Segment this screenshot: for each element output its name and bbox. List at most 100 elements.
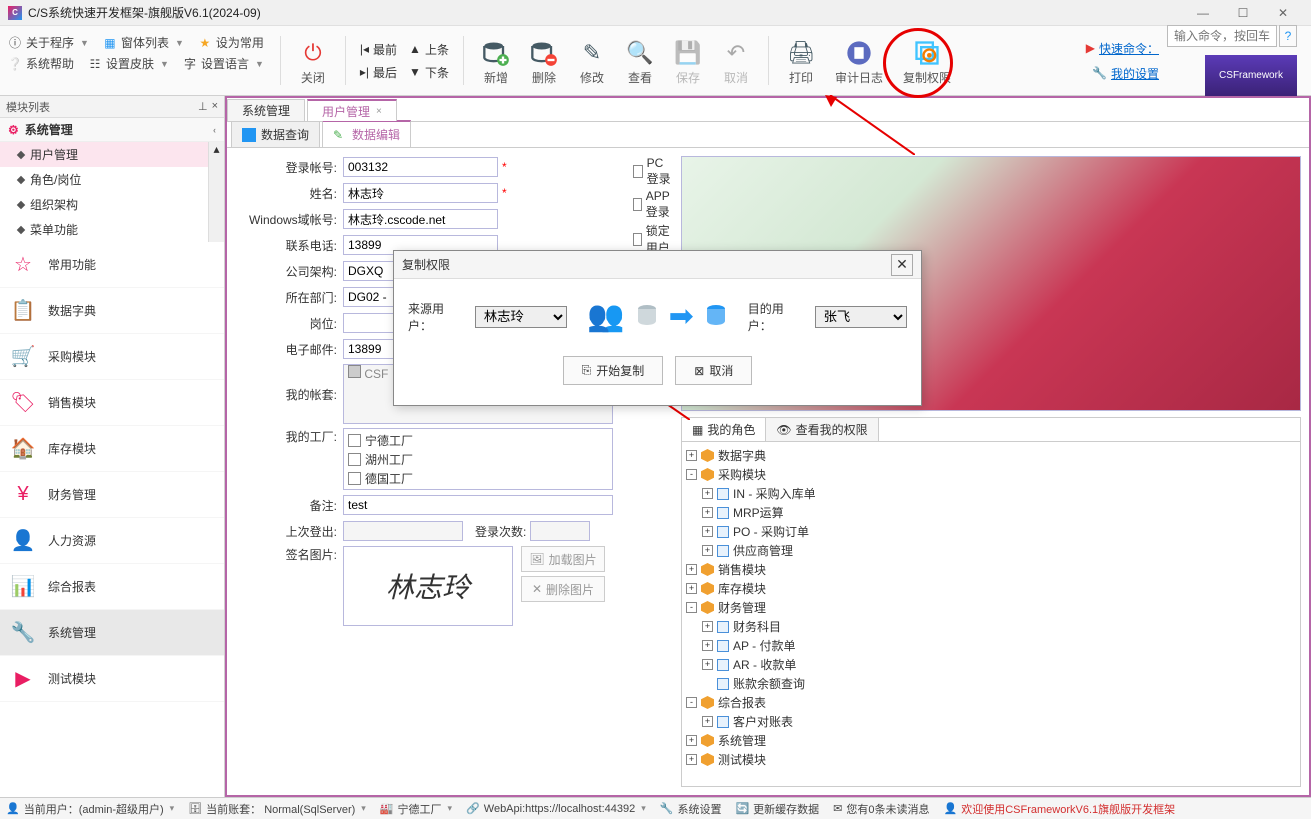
tree-node[interactable]: +AR - 收款单 [686,655,1296,674]
edit-button[interactable]: ✎修改 [568,34,616,91]
windows-menu[interactable]: ▦窗体列表▼ [103,34,184,51]
audit-button[interactable]: 审计日志 [825,34,893,91]
tree-node[interactable]: +AP - 付款单 [686,636,1296,655]
nav-next[interactable]: ▼下条 [409,64,449,81]
sidebar-module-7[interactable]: 📊综合报表 [0,564,224,610]
skin-icon: ☷ [88,57,102,71]
status-user[interactable]: 👤当前用户：(admin-超级用户)▾ [6,801,174,817]
maximize-button[interactable]: ☐ [1223,2,1263,24]
cancel-modal-button[interactable]: ⊠取消 [675,356,752,385]
tree-node[interactable]: 账款余额查询 [686,674,1296,693]
sidebar-group-sys[interactable]: ⚙系统管理 ‹ [0,118,224,142]
tree-node[interactable]: +系统管理 [686,731,1296,750]
account-field[interactable] [343,157,498,177]
status-cache[interactable]: 🔄更新缓存数据 [735,801,819,817]
tree-node[interactable]: +销售模块 [686,560,1296,579]
domain-field[interactable] [343,209,498,229]
statusbar: 👤当前用户：(admin-超级用户)▾ 🗄当前账套： Normal(SqlSer… [0,797,1311,819]
view-button[interactable]: 🔍查看 [616,34,664,91]
sidebar-tree-3[interactable]: 菜单功能 [0,217,208,242]
skin-menu[interactable]: ☷设置皮肤▼ [88,55,169,72]
chk-app[interactable]: APP登录 [633,189,675,220]
sidebar-module-9[interactable]: ▶测试模块 [0,656,224,702]
about-menu[interactable]: ⓘ关于程序▼ [8,34,89,51]
status-factory[interactable]: 🏭宁德工厂▾ [380,801,452,817]
delete-button[interactable]: 删除 [520,34,568,91]
status-msg[interactable]: ✉您有0条未读消息 [833,801,929,817]
delete-image-button[interactable]: ✕删除图片 [521,576,605,602]
cmd-help-button[interactable]: ? [1279,25,1297,47]
tree-node[interactable]: -采购模块 [686,465,1296,484]
tree-node[interactable]: -财务管理 [686,598,1296,617]
tree-node[interactable]: +库存模块 [686,579,1296,598]
tree-node[interactable]: +测试模块 [686,750,1296,769]
sidebar-module-3[interactable]: 🏷销售模块 [0,380,224,426]
tree-node[interactable]: +客户对账表 [686,712,1296,731]
minimize-button[interactable]: — [1183,2,1223,24]
tree-node[interactable]: +数据字典 [686,446,1296,465]
inner-tab-query[interactable]: 数据查询 [231,121,320,147]
src-user-label: 来源用户： [408,300,467,334]
tree-node[interactable]: +供应商管理 [686,541,1296,560]
quick-cmd-input[interactable] [1167,25,1277,47]
save-button[interactable]: 💾保存 [664,34,712,91]
tree-node[interactable]: +IN - 采购入库单 [686,484,1296,503]
sidebar-header: 模块列表 ⊥× [0,96,224,118]
close-button[interactable]: ⏻ 关闭 [289,34,337,91]
set-common[interactable]: ★设为常用 [198,34,264,51]
sidebar-tree-2[interactable]: 组织架构 [0,192,208,217]
tab-sys[interactable]: 系统管理 [227,99,305,121]
chevron-left-icon: ‹ [213,125,216,135]
lang-menu[interactable]: 字设置语言▼ [183,55,264,72]
name-field[interactable] [343,183,498,203]
tab-user[interactable]: 用户管理× [307,99,397,121]
start-copy-button[interactable]: ⎘开始复制 [563,356,664,385]
grid-icon [242,128,256,142]
print-button[interactable]: 🖨打印 [777,34,825,91]
permission-tree[interactable]: +数据字典-采购模块+IN - 采购入库单+MRP运算+PO - 采购订单+供应… [681,441,1301,787]
tree-node[interactable]: +MRP运算 [686,503,1296,522]
sidebar-tree-0[interactable]: 用户管理 [0,142,208,167]
help-menu[interactable]: ❔系统帮助 [8,55,74,72]
sidebar-module-8[interactable]: 🔧系统管理 [0,610,224,656]
sidebar-module-5[interactable]: ¥财务管理 [0,472,224,518]
role-tab-view[interactable]: 👁查看我的权限 [766,418,878,441]
my-settings-link[interactable]: 我的设置 [1111,65,1159,82]
load-image-button[interactable]: 🖼加载图片 [521,546,605,572]
factory-item[interactable]: 宁德工厂 [346,431,610,450]
nav-last[interactable]: ▸|最后 [360,64,397,81]
refresh-icon: 🔄 [735,802,749,815]
role-tab-my[interactable]: ▦我的角色 [682,418,766,441]
sidebar-module-0[interactable]: ☆常用功能 [0,242,224,288]
cancel-button[interactable]: ↶取消 [712,34,760,91]
copy-perm-button[interactable]: 复制权限 [893,34,961,91]
sidebar-module-1[interactable]: 📋数据字典 [0,288,224,334]
sidebar-tree-1[interactable]: 角色/岗位 [0,167,208,192]
factory-item[interactable]: 德国工厂 [346,469,610,488]
close-window-button[interactable]: ✕ [1263,2,1303,24]
tree-node[interactable]: +财务科目 [686,617,1296,636]
nav-prev[interactable]: ▲上条 [409,41,449,58]
close-tab-icon[interactable]: × [376,106,382,117]
pin-icon[interactable]: ⊥ [198,100,208,113]
tree-node[interactable]: +PO - 采购订单 [686,522,1296,541]
add-button[interactable]: 新增 [472,34,520,91]
dst-user-select[interactable]: 张飞 [815,306,907,328]
remark-field[interactable] [343,495,613,515]
sidebar-module-6[interactable]: 👤人力资源 [0,518,224,564]
chk-pc[interactable]: PC登录 [633,156,675,187]
modal-close-button[interactable]: ✕ [891,254,913,276]
sidebar-scrollbar[interactable]: ▴ [208,142,224,242]
nav-first[interactable]: |◂最前 [360,41,397,58]
close-panel-icon[interactable]: × [212,100,218,113]
sidebar-module-4[interactable]: 🏠库存模块 [0,426,224,472]
factory-item[interactable]: 湖州工厂 [346,450,610,469]
factory-list[interactable]: 宁德工厂湖州工厂德国工厂 [343,428,613,490]
sidebar-module-2[interactable]: 🛒采购模块 [0,334,224,380]
inner-tab-edit[interactable]: ✎数据编辑 [322,120,411,147]
tree-node[interactable]: -综合报表 [686,693,1296,712]
email-label: 电子邮件: [235,341,343,358]
status-book[interactable]: 🗄当前账套： Normal(SqlServer)▾ [188,801,366,817]
status-settings[interactable]: 🔧系统设置 [660,801,722,817]
src-user-select[interactable]: 林志玲 [475,306,567,328]
